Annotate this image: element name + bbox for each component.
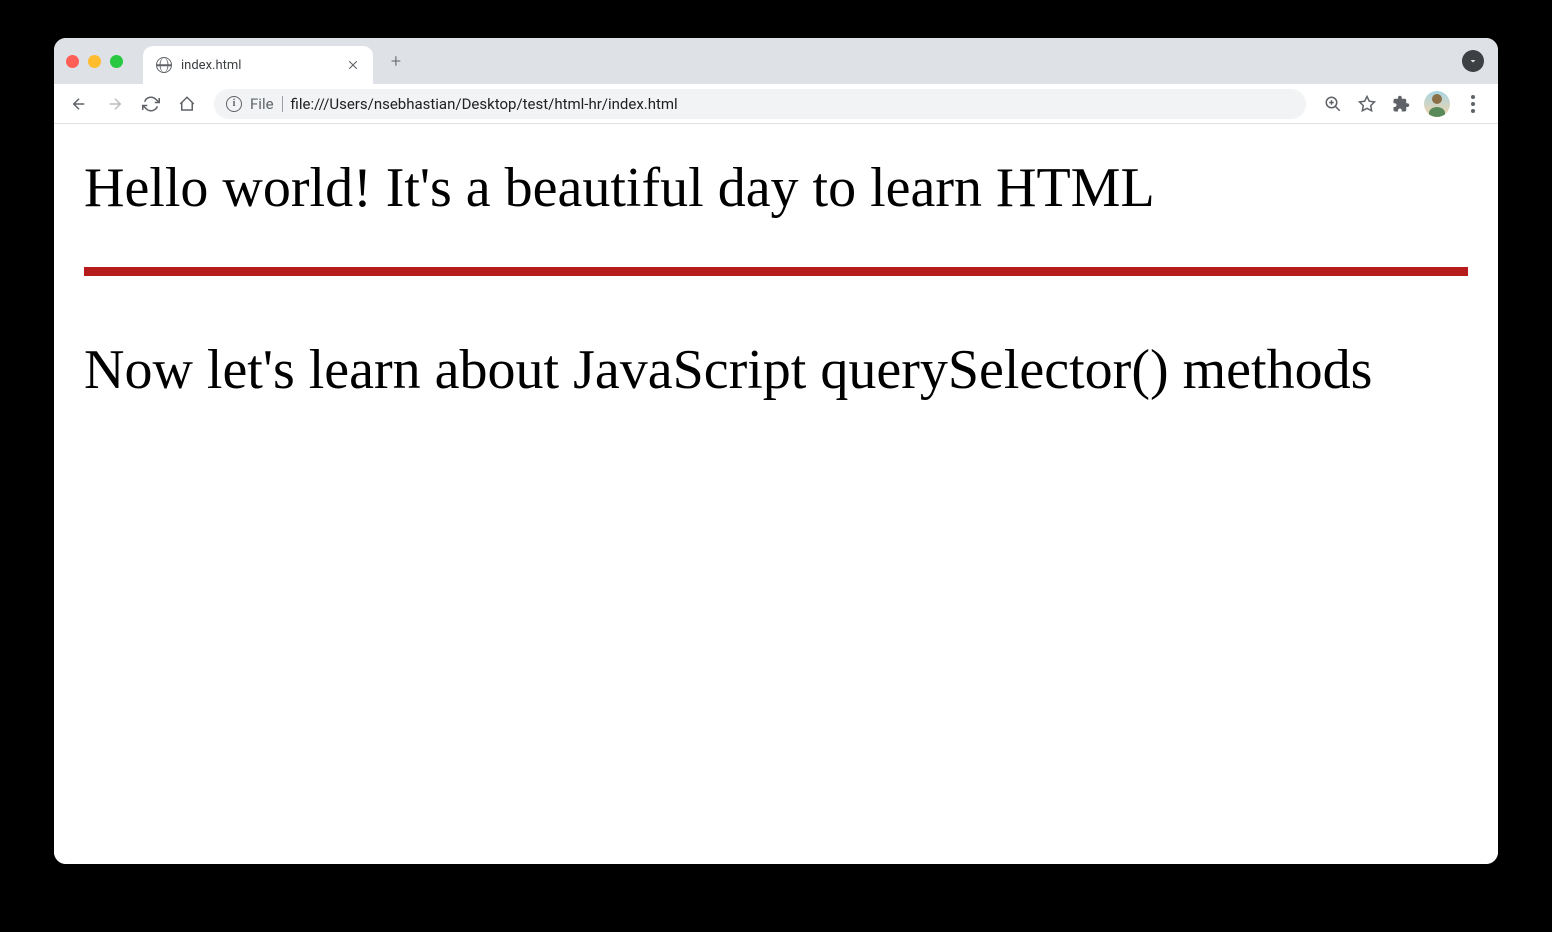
search-tabs-button[interactable]: [1462, 50, 1484, 72]
tab-title: index.html: [181, 58, 345, 73]
browser-window: index.html +: [54, 38, 1498, 864]
address-bar[interactable]: i File file:///Users/nsebhastian/Desktop…: [214, 89, 1306, 119]
globe-icon: [156, 57, 172, 73]
tab-close-button[interactable]: [345, 57, 361, 73]
browser-tab[interactable]: index.html: [143, 46, 373, 84]
page-content: Hello world! It's a beautiful day to lea…: [54, 124, 1498, 864]
toolbar-right: [1318, 89, 1488, 119]
bookmark-icon[interactable]: [1352, 89, 1382, 119]
menu-button[interactable]: [1458, 89, 1488, 119]
divider: [282, 96, 283, 112]
home-button[interactable]: [172, 89, 202, 119]
toolbar: i File file:///Users/nsebhastian/Desktop…: [54, 84, 1498, 124]
profile-avatar[interactable]: [1424, 91, 1450, 117]
info-icon[interactable]: i: [226, 96, 242, 112]
reload-button[interactable]: [136, 89, 166, 119]
url-scheme-label: File: [250, 95, 274, 113]
extensions-icon[interactable]: [1386, 89, 1416, 119]
forward-button[interactable]: [100, 89, 130, 119]
new-tab-button[interactable]: +: [381, 46, 411, 76]
heading-2: Now let's learn about JavaScript querySe…: [84, 334, 1468, 407]
url-text: file:///Users/nsebhastian/Desktop/test/h…: [291, 95, 1294, 113]
tab-favicon: [155, 56, 173, 74]
minimize-window-button[interactable]: [88, 55, 101, 68]
close-window-button[interactable]: [66, 55, 79, 68]
tab-bar: index.html +: [54, 38, 1498, 84]
horizontal-rule: [84, 267, 1468, 276]
maximize-window-button[interactable]: [110, 55, 123, 68]
zoom-icon[interactable]: [1318, 89, 1348, 119]
heading-1: Hello world! It's a beautiful day to lea…: [84, 156, 1468, 220]
back-button[interactable]: [64, 89, 94, 119]
window-controls: [66, 55, 123, 68]
